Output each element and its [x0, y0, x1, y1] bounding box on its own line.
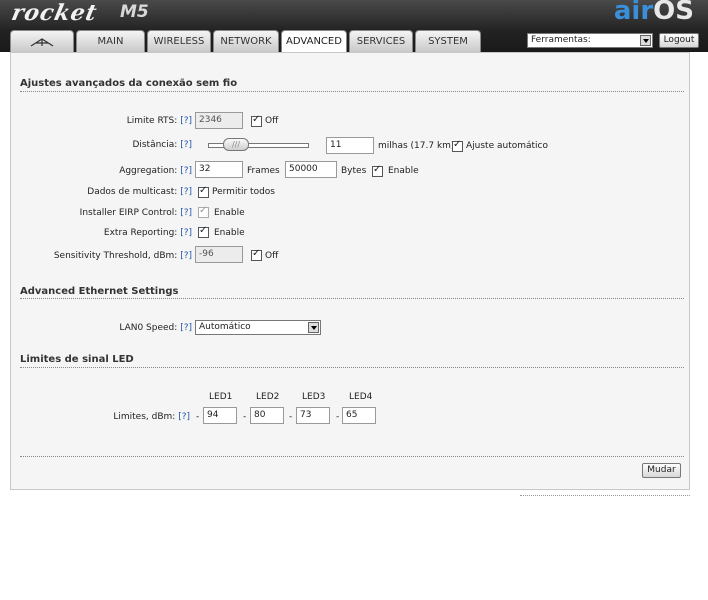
tab-network[interactable]: NETWORK — [213, 30, 279, 52]
apply-button[interactable]: Mudar — [642, 463, 681, 478]
rts-off-checkbox[interactable] — [251, 114, 262, 127]
tab-ubnt-logo[interactable] — [10, 30, 74, 52]
tab-system[interactable]: SYSTEM — [415, 30, 481, 52]
sensitivity-label: Sensitivity Threshold, dBm: [?] — [53, 251, 192, 261]
rts-off-label: Off — [265, 116, 279, 126]
settings-panel — [10, 52, 690, 490]
help-link[interactable]: [?] — [180, 116, 192, 126]
tools-select[interactable]: Ferramentas: — [527, 33, 653, 48]
lan-speed-label: LAN0 Speed: [?] — [119, 323, 192, 333]
led-separator: - — [336, 412, 340, 422]
extra-reporting-label: Extra Reporting: [?] — [103, 228, 192, 238]
tab-advanced[interactable]: ADVANCED — [281, 30, 347, 53]
eirp-checkbox — [198, 205, 209, 218]
distance-unit: milhas (17.7 km) — [378, 141, 455, 151]
footer-divider — [520, 495, 690, 496]
led-separator: - — [289, 412, 293, 422]
ethernet-section-title: Advanced Ethernet Settings — [20, 286, 179, 297]
bytes-label: Bytes — [341, 166, 367, 176]
frames-label: Frames — [247, 166, 280, 176]
aggregation-enable-checkbox[interactable] — [372, 164, 383, 177]
extra-reporting-checkbox[interactable] — [198, 225, 209, 238]
section-divider — [20, 91, 684, 92]
distance-slider-handle[interactable]: /// — [223, 138, 249, 151]
section-divider — [20, 367, 684, 368]
help-link[interactable]: [?] — [180, 228, 192, 238]
sensitivity-input[interactable]: -96 — [195, 246, 243, 263]
help-link[interactable]: [?] — [180, 140, 192, 150]
help-link[interactable]: [?] — [180, 166, 192, 176]
sensitivity-off-checkbox[interactable] — [251, 248, 262, 261]
chevron-down-icon — [308, 322, 319, 333]
model-logo: M5 — [120, 2, 149, 22]
lan-speed-value: Automático — [199, 322, 251, 332]
multicast-checkbox[interactable] — [198, 185, 209, 198]
led-separator: - — [243, 412, 247, 422]
aggregation-enable-label: Enable — [388, 166, 419, 176]
led2-header: LED2 — [256, 392, 280, 402]
auto-adjust-label: Ajuste automático — [466, 141, 548, 151]
tab-wireless[interactable]: WIRELESS — [147, 30, 211, 52]
help-link[interactable]: [?] — [178, 412, 190, 422]
chevron-down-icon — [640, 35, 651, 46]
led-threshold-label: Limites, dBm: [?] — [113, 412, 190, 422]
led-section-title: Limites de sinal LED — [20, 354, 134, 365]
distance-label: Distância: [?] — [132, 140, 192, 150]
led4-input[interactable]: 65 — [342, 407, 376, 424]
eirp-label: Installer EIRP Control: [?] — [79, 208, 192, 218]
auto-adjust-checkbox[interactable] — [452, 139, 463, 152]
extra-reporting-enable-label: Enable — [214, 228, 245, 238]
led1-header: LED1 — [209, 392, 233, 402]
distance-input[interactable]: 11 — [326, 137, 374, 154]
tools-select-value: Ferramentas: — [531, 35, 591, 45]
aggregation-frames-input[interactable]: 32 — [195, 161, 243, 178]
eirp-enable-label: Enable — [214, 208, 245, 218]
led4-header: LED4 — [349, 392, 373, 402]
led2-input[interactable]: 80 — [250, 407, 284, 424]
led3-input[interactable]: 73 — [296, 407, 330, 424]
led-minus: - — [196, 412, 200, 422]
lan-speed-select[interactable]: Automático — [195, 320, 321, 335]
multicast-option-label: Permitir todos — [212, 187, 275, 197]
wireless-section-title: Ajustes avançados da conexão sem fio — [20, 78, 238, 89]
header-bar: rocket M5 airOS MAIN WIRELESS NETWORK AD… — [0, 0, 708, 53]
aggregation-bytes-input[interactable]: 50000 — [285, 161, 337, 178]
rts-label: Limite RTS: [?] — [126, 116, 192, 126]
rocket-logo: rocket — [9, 0, 100, 26]
sensitivity-off-label: Off — [265, 251, 279, 261]
bottom-divider — [20, 456, 684, 457]
led3-header: LED3 — [302, 392, 326, 402]
logout-button[interactable]: Logout — [659, 33, 699, 48]
airos-logo: airOS — [613, 0, 694, 26]
help-link[interactable]: [?] — [180, 208, 192, 218]
help-link[interactable]: [?] — [180, 251, 192, 261]
section-divider — [20, 298, 684, 299]
tab-main[interactable]: MAIN — [76, 30, 145, 52]
ubnt-logo-icon — [30, 38, 54, 47]
help-link[interactable]: [?] — [180, 187, 192, 197]
led1-input[interactable]: 94 — [203, 407, 237, 424]
rts-input[interactable]: 2346 — [195, 112, 243, 129]
aggregation-label: Aggregation: [?] — [119, 166, 192, 176]
tab-services[interactable]: SERVICES — [349, 30, 413, 52]
help-link[interactable]: [?] — [180, 323, 192, 333]
multicast-label: Dados de multicast: [?] — [87, 187, 192, 197]
